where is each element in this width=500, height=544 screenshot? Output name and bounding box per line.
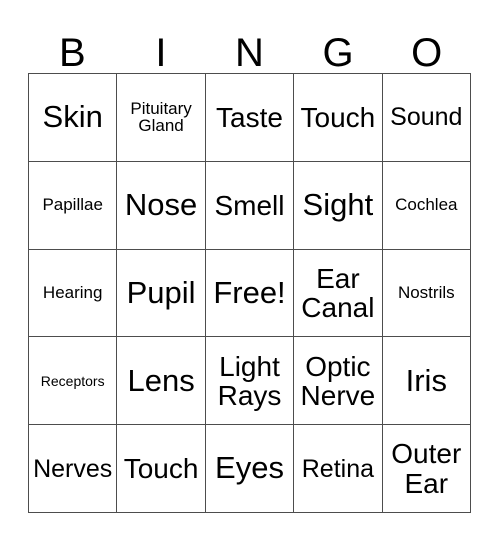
bingo-cell-nose[interactable]: Nose [117,161,206,250]
bingo-cell-receptors[interactable]: Receptors [29,337,118,426]
bingo-cell-free[interactable]: Free! [205,249,295,338]
bingo-cell-label: Hearing [42,283,103,303]
bingo-header-row: BINGO [28,17,471,73]
bingo-cell-papillae[interactable]: Papillae [29,161,118,250]
bingo-cell-label: Retina [301,454,375,483]
bingo-cell-outer-ear[interactable]: Outer Ear [382,425,471,513]
bingo-cell-label: Papillae [42,195,103,215]
bingo-cell-eyes[interactable]: Eyes [205,425,295,513]
bingo-cell-label: Iris [405,362,447,398]
bingo-cell-pituitary-gland[interactable]: Pituitary Gland [117,74,206,162]
bingo-cell-ear-canal[interactable]: Ear Canal [294,249,383,338]
bingo-cell-sight[interactable]: Sight [294,161,383,250]
bingo-cell-label: Pituitary Gland [130,98,192,136]
bingo-cell-label: Sight [302,187,374,223]
bingo-cell-label: Taste [216,101,283,133]
bingo-cell-label: Ear Canal [301,262,375,323]
bingo-cell-label: Touch [123,453,199,485]
bingo-cell-label: Cochlea [395,195,458,215]
bingo-card: B I N G O Skin Pituitary Gland Taste Touch Sound… [0,0,500,544]
bingo-cell-label: Skin [42,99,103,135]
bingo-cell-label: Nerves [33,454,113,483]
bingo-cell-label: Lens [127,362,195,398]
bingo-cell-skin[interactable]: Skin [29,74,118,162]
bingo-cell-smell[interactable]: Smell [205,161,295,250]
bingo-cell-label: Optic Nerve [300,350,376,411]
bingo-cell-sound[interactable]: Sound [382,74,471,162]
bingo-cell-nerves[interactable]: Nerves [29,425,118,513]
bingo-cell-label: Nostrils [397,283,455,303]
bingo-cell-label: Light Rays [217,350,282,411]
bingo-cell-lens[interactable]: Lens [117,337,206,426]
bingo-cell-label: Outer Ear [391,438,462,499]
bingo-cell-taste[interactable]: Taste [205,74,295,162]
bingo-header-letter-b: B [58,31,86,75]
bingo-cell-touch[interactable]: Touch [117,425,206,513]
bingo-cell-label: Smell [214,189,285,221]
bingo-cell-light-rays[interactable]: Light Rays [205,337,295,426]
bingo-cell-label: Receptors [40,372,105,389]
bingo-cell-optic-nerve[interactable]: Optic Nerve [294,337,383,426]
bingo-cell-label: Nose [124,187,198,223]
bingo-cell-label: Eyes [215,450,284,486]
bingo-cell-label: Touch [300,101,376,133]
bingo-cell-label: Free! [213,274,286,310]
bingo-grid: Skin Pituitary Gland Taste Touch Sound Papill… [28,73,471,513]
bingo-cell-label: Sound [390,103,463,132]
bingo-cell-iris[interactable]: Iris [382,337,471,426]
bingo-cell-hearing[interactable]: Hearing [29,249,118,338]
bingo-cell-pupil[interactable]: Pupil [117,249,206,338]
bingo-header-letter-g: G [322,31,354,75]
bingo-cell-label: Pupil [126,274,196,310]
bingo-header-letter-o: O [411,31,443,75]
bingo-cell-nostrils[interactable]: Nostrils [382,249,471,338]
bingo-header-letter-i: I [155,31,167,75]
bingo-cell-touch[interactable]: Touch [294,74,383,162]
bingo-cell-retina[interactable]: Retina [294,425,383,513]
bingo-header-letter-n: N [235,31,264,75]
bingo-cell-cochlea[interactable]: Cochlea [382,161,471,250]
